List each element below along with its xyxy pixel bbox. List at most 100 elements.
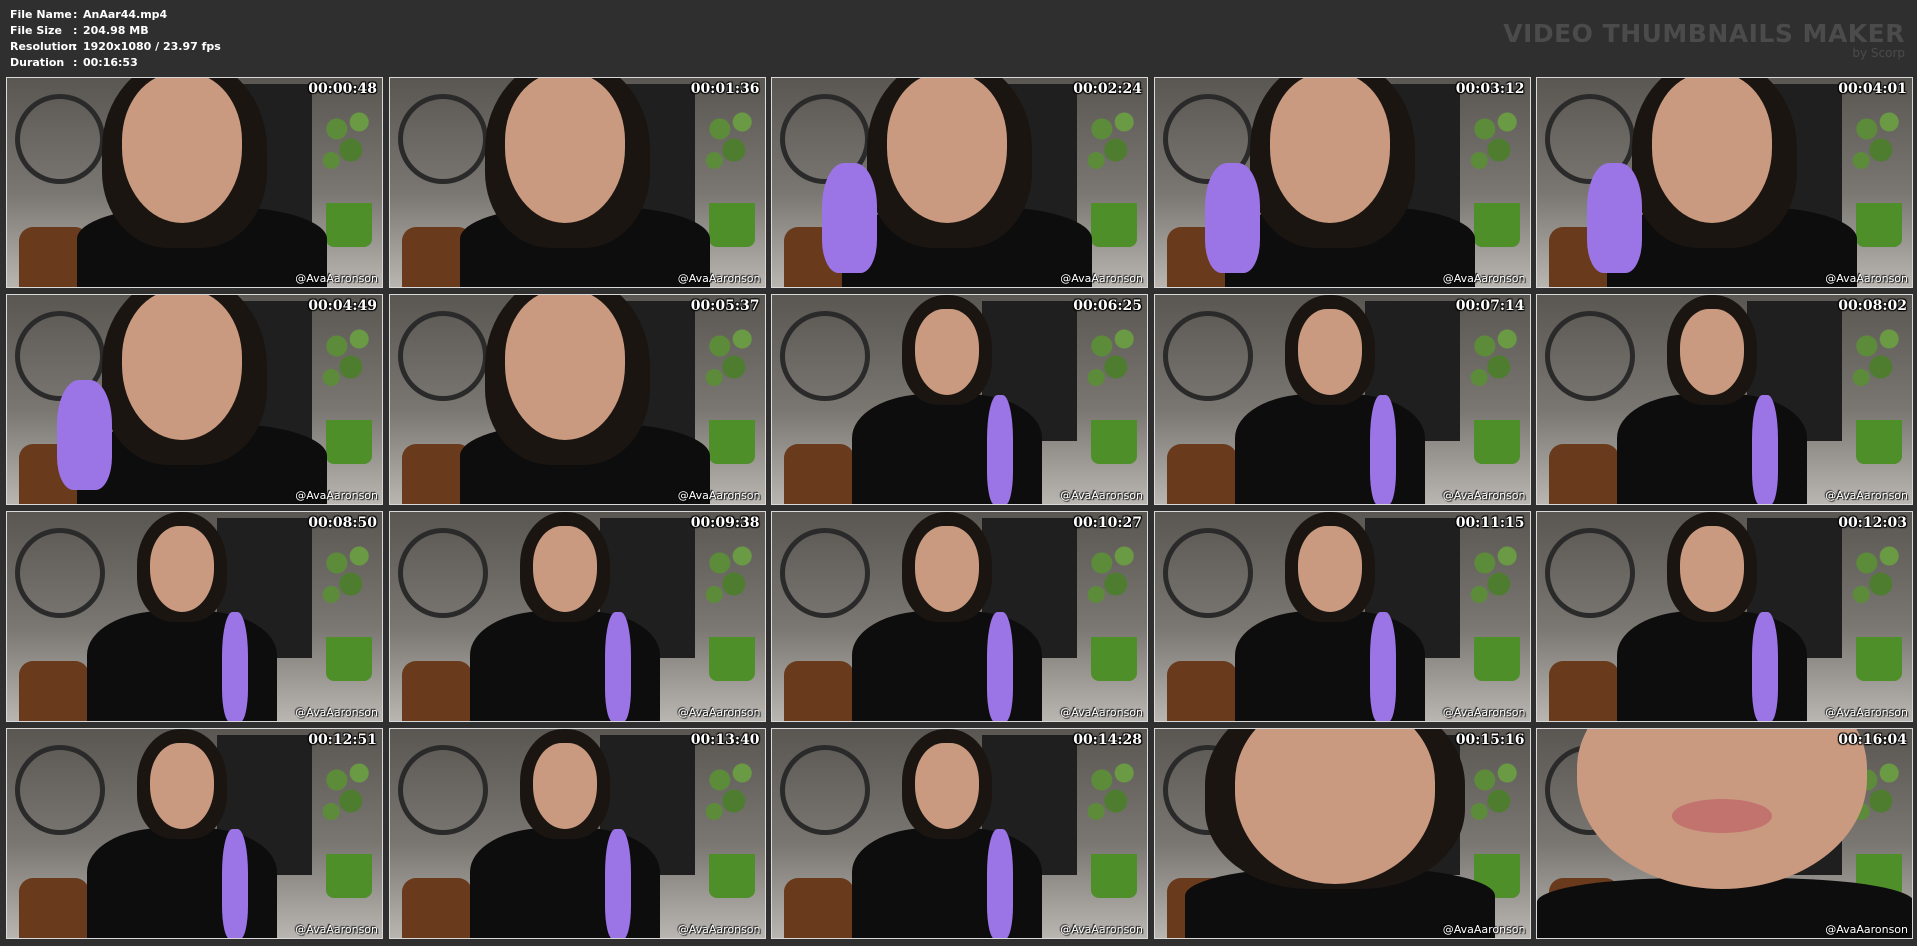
file-info: File Name : AnAar44.mp4 File Size : 204.… [10,7,221,71]
thumbnail[interactable]: 00:15:16 @AvaAaronson [1153,728,1531,939]
chair-image [784,444,854,504]
toy-image [1369,612,1396,721]
thumbnail[interactable]: 00:14:28 @AvaAaronson [771,728,1148,939]
bike-wheel-image [780,745,870,835]
thumbnail[interactable]: 00:02:24 @AvaAaronson [771,77,1148,288]
thumbnail[interactable]: 00:06:25 @AvaAaronson [771,294,1148,505]
thumbnail-timestamp: 00:01:36 [690,81,760,97]
thumbnail-timestamp: 00:15:16 [1455,732,1525,748]
plant-leaves-image [1850,108,1906,178]
thumbnail[interactable]: 00:09:38 @AvaAaronson [388,511,766,722]
plant-leaves-image [320,325,376,395]
watermark-text: @AvaAaronson [295,489,378,502]
plant-pot-image [326,637,372,681]
toy-image [1587,163,1642,273]
thumbnail[interactable]: 00:04:49 @AvaAaronson [6,294,383,505]
thumbnail[interactable]: 00:13:40 @AvaAaronson [388,728,766,939]
thumbnail[interactable]: 00:16:04 @AvaAaronson [1536,728,1913,939]
thumbnail[interactable]: 00:10:27 @AvaAaronson [771,511,1148,722]
plant-pot-image [708,637,755,681]
face-image [532,743,597,829]
bike-wheel-image [397,745,488,835]
face-image [122,295,242,440]
plant-pot-image [1473,420,1520,464]
chair-image [19,878,89,938]
thumbnail[interactable]: 00:05:37 @AvaAaronson [388,294,766,505]
thumbnail-timestamp: 00:12:03 [1838,515,1907,531]
thumbnail[interactable]: 00:12:51 @AvaAaronson [6,728,383,939]
watermark-text: @AvaAaronson [1060,489,1143,502]
thumbnail-timestamp: 00:14:28 [1073,732,1142,748]
face-image [1297,526,1362,612]
thumbnail-timestamp: 00:03:12 [1455,81,1525,97]
toy-image [1752,612,1778,721]
plant-pot-image [1091,854,1137,898]
separator: : [73,56,78,69]
bike-wheel-image [15,745,105,835]
toy-image [1204,163,1260,273]
separator: : [73,24,78,37]
toy-image [987,829,1013,938]
chair-image [1549,661,1619,721]
thumbnail[interactable]: 00:01:36 @AvaAaronson [388,77,766,288]
file-size-value: 204.98 MB [83,24,149,37]
sweater-image [1234,394,1425,504]
thumbnail-timestamp: 00:10:27 [1073,515,1142,531]
chair-image [1166,444,1237,504]
file-name-value: AnAar44.mp4 [83,8,168,21]
chair-image [1166,661,1237,721]
duration-row: Duration : 00:16:53 [10,55,221,71]
plant-pot-image [1473,637,1520,681]
plant-pot-image [326,203,372,247]
plant-leaves-image [320,759,376,829]
plant-leaves-image [702,542,759,612]
thumbnail[interactable]: 00:00:48 @AvaAaronson [6,77,383,288]
thumbnail[interactable]: 00:12:03 @AvaAaronson [1536,511,1913,722]
plant-leaves-image [1085,108,1141,178]
brand-subtitle: by Scorp [1852,46,1905,60]
chair-image [1549,444,1619,504]
bike-wheel-image [780,311,870,401]
plant-pot-image [1856,420,1902,464]
separator: : [73,40,78,53]
watermark-text: @AvaAaronson [1442,272,1526,285]
thumbnail-timestamp: 00:08:50 [308,515,377,531]
sweater-image [469,828,660,938]
watermark-text: @AvaAaronson [677,272,761,285]
face-image [150,743,214,829]
watermark-text: @AvaAaronson [677,923,761,936]
chair-image [784,878,854,938]
thumbnail-timestamp: 00:12:51 [308,732,377,748]
duration-label: Duration [10,56,65,69]
bike-wheel-image [1162,311,1253,401]
thumbnail[interactable]: 00:07:14 @AvaAaronson [1153,294,1531,505]
thumbnail-timestamp: 00:13:40 [690,732,760,748]
brand-title: VIDEO THUMBNAILS MAKER [1503,19,1905,48]
chair-image [401,878,472,938]
watermark-text: @AvaAaronson [1060,923,1143,936]
bike-wheel-image [1545,311,1635,401]
plant-pot-image [1856,637,1902,681]
face-image [1297,309,1362,395]
toy-image [604,612,631,721]
toy-image [987,395,1013,504]
sweater-image [87,828,277,938]
thumbnail[interactable]: 00:11:15 @AvaAaronson [1153,511,1531,722]
thumbnail-timestamp: 00:09:38 [690,515,760,531]
toy-image [222,829,248,938]
watermark-text: @AvaAaronson [1442,489,1526,502]
thumbnail[interactable]: 00:08:02 @AvaAaronson [1536,294,1913,505]
sweater-image [469,611,660,721]
watermark-text: @AvaAaronson [295,272,378,285]
lips-image [1672,799,1772,833]
face-image [504,78,625,223]
thumbnail[interactable]: 00:03:12 @AvaAaronson [1153,77,1531,288]
thumbnail[interactable]: 00:04:01 @AvaAaronson [1536,77,1913,288]
plant-leaves-image [1850,542,1906,612]
face-image [532,526,597,612]
thumbnail-timestamp: 00:08:02 [1838,298,1907,314]
sweater-image [87,611,277,721]
watermark-text: @AvaAaronson [677,706,761,719]
face-image [1652,78,1772,223]
thumbnail[interactable]: 00:08:50 @AvaAaronson [6,511,383,722]
